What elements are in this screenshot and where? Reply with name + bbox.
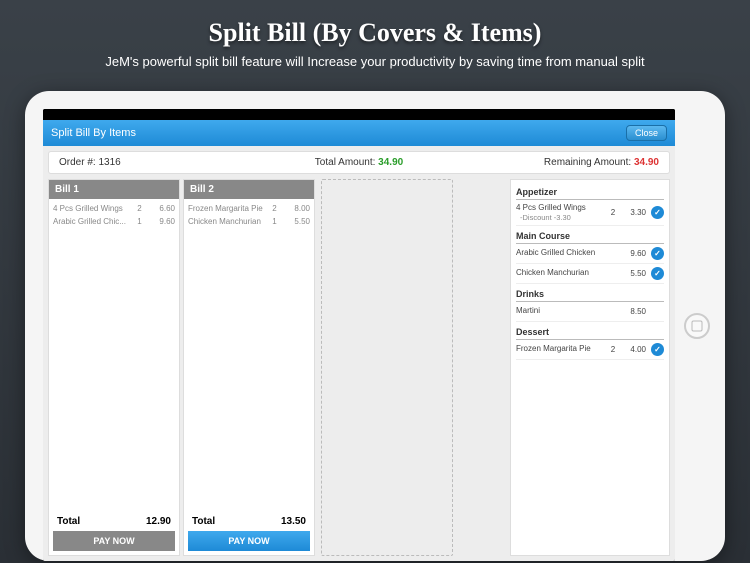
menu-item-price: 3.30 <box>620 208 648 217</box>
pay-now-button[interactable]: PAY NOW <box>53 531 175 551</box>
category-header: Dessert <box>516 324 664 340</box>
bill-item-row[interactable]: Arabic Grilled Chic...19.60 <box>53 215 175 228</box>
check-icon <box>651 343 664 356</box>
check-toggle[interactable] <box>651 267 664 280</box>
check-toggle[interactable] <box>651 305 664 318</box>
bill-item-name: Frozen Margarita Pie <box>188 204 267 213</box>
ipad-frame: Split Bill By Items Close Order #: 1316 … <box>25 91 725 561</box>
screen: Split Bill By Items Close Order #: 1316 … <box>43 109 675 561</box>
bill-placeholder[interactable] <box>321 179 453 556</box>
menu-item-name: Martini <box>516 306 606 316</box>
menu-item-price: 4.00 <box>620 345 648 354</box>
menu-item-row[interactable]: Martini 8.50 <box>516 302 664 322</box>
check-toggle[interactable] <box>651 343 664 356</box>
bill-item-qty: 1 <box>267 217 282 226</box>
menu-item-price: 8.50 <box>620 307 648 316</box>
promo-header: Split Bill (By Covers & Items) JeM's pow… <box>0 0 750 81</box>
bill-items: Frozen Margarita Pie28.00Chicken Manchur… <box>184 199 314 510</box>
bill-item-name: Chicken Manchurian <box>188 217 267 226</box>
bill-item-row[interactable]: Chicken Manchurian15.50 <box>188 215 310 228</box>
menu-item-name: 4 Pcs Grilled Wings-Discount -3.30 <box>516 203 606 222</box>
bill-item-price: 6.60 <box>147 204 175 213</box>
menu-item-name: Frozen Margarita Pie <box>516 344 606 354</box>
items-panel: Appetizer4 Pcs Grilled Wings-Discount -3… <box>510 179 670 556</box>
menu-item-row[interactable]: Frozen Margarita Pie24.00 <box>516 340 664 360</box>
total-amount: Total Amount: 34.90 <box>259 157 459 168</box>
menu-item-name: Chicken Manchurian <box>516 268 606 278</box>
bill-item-price: 9.60 <box>147 217 175 226</box>
bills-area: Bill 14 Pcs Grilled Wings26.60Arabic Gri… <box>48 179 510 556</box>
menu-item-qty: 2 <box>606 345 620 354</box>
menu-item-discount: -Discount -3.30 <box>516 213 606 222</box>
bill-header: Bill 1 <box>49 180 179 199</box>
menu-item-name: Arabic Grilled Chicken <box>516 248 606 258</box>
bill-total: Total13.50 <box>188 514 310 531</box>
menu-item-row[interactable]: Chicken Manchurian 5.50 <box>516 264 664 284</box>
bill-footer: Total13.50PAY NOW <box>184 510 314 555</box>
pay-now-button[interactable]: PAY NOW <box>188 531 310 551</box>
home-button[interactable] <box>684 313 710 339</box>
summary-bar: Order #: 1316 Total Amount: 34.90 Remain… <box>48 151 670 174</box>
promo-title: Split Bill (By Covers & Items) <box>20 18 730 48</box>
order-number: Order #: 1316 <box>59 157 259 168</box>
main-area: Bill 14 Pcs Grilled Wings26.60Arabic Gri… <box>48 179 670 556</box>
category-header: Main Course <box>516 228 664 244</box>
check-icon <box>651 206 664 219</box>
category-header: Appetizer <box>516 184 664 200</box>
menu-item-qty: 2 <box>606 208 620 217</box>
check-icon <box>651 267 664 280</box>
menu-item-price: 5.50 <box>620 269 648 278</box>
bill-item-row[interactable]: Frozen Margarita Pie28.00 <box>188 202 310 215</box>
bill-item-name: Arabic Grilled Chic... <box>53 217 132 226</box>
close-button[interactable]: Close <box>626 125 667 141</box>
bill-total: Total12.90 <box>53 514 175 531</box>
bill-items: 4 Pcs Grilled Wings26.60Arabic Grilled C… <box>49 199 179 510</box>
app-body: Order #: 1316 Total Amount: 34.90 Remain… <box>43 146 675 561</box>
menu-item-row[interactable]: Arabic Grilled Chicken 9.60 <box>516 244 664 264</box>
check-icon <box>651 247 664 260</box>
check-toggle[interactable] <box>651 247 664 260</box>
check-toggle[interactable] <box>651 206 664 219</box>
menu-item-price: 9.60 <box>620 249 648 258</box>
promo-subtitle: JeM's powerful split bill feature will I… <box>20 54 730 69</box>
bill-item-qty: 2 <box>267 204 282 213</box>
bill-item-qty: 2 <box>132 204 147 213</box>
bill-header: Bill 2 <box>184 180 314 199</box>
bill-footer: Total12.90PAY NOW <box>49 510 179 555</box>
status-bar <box>43 109 675 120</box>
bill-item-qty: 1 <box>132 217 147 226</box>
bill-column[interactable]: Bill 2Frozen Margarita Pie28.00Chicken M… <box>183 179 315 556</box>
bill-item-price: 5.50 <box>282 217 310 226</box>
category-header: Drinks <box>516 286 664 302</box>
bill-column[interactable]: Bill 14 Pcs Grilled Wings26.60Arabic Gri… <box>48 179 180 556</box>
app-header: Split Bill By Items Close <box>43 120 675 146</box>
menu-item-row[interactable]: 4 Pcs Grilled Wings-Discount -3.3023.30 <box>516 200 664 226</box>
bill-item-price: 8.00 <box>282 204 310 213</box>
page-title: Split Bill By Items <box>51 127 136 139</box>
bill-item-row[interactable]: 4 Pcs Grilled Wings26.60 <box>53 202 175 215</box>
remaining-amount: Remaining Amount: 34.90 <box>459 157 659 168</box>
bill-item-name: 4 Pcs Grilled Wings <box>53 204 132 213</box>
